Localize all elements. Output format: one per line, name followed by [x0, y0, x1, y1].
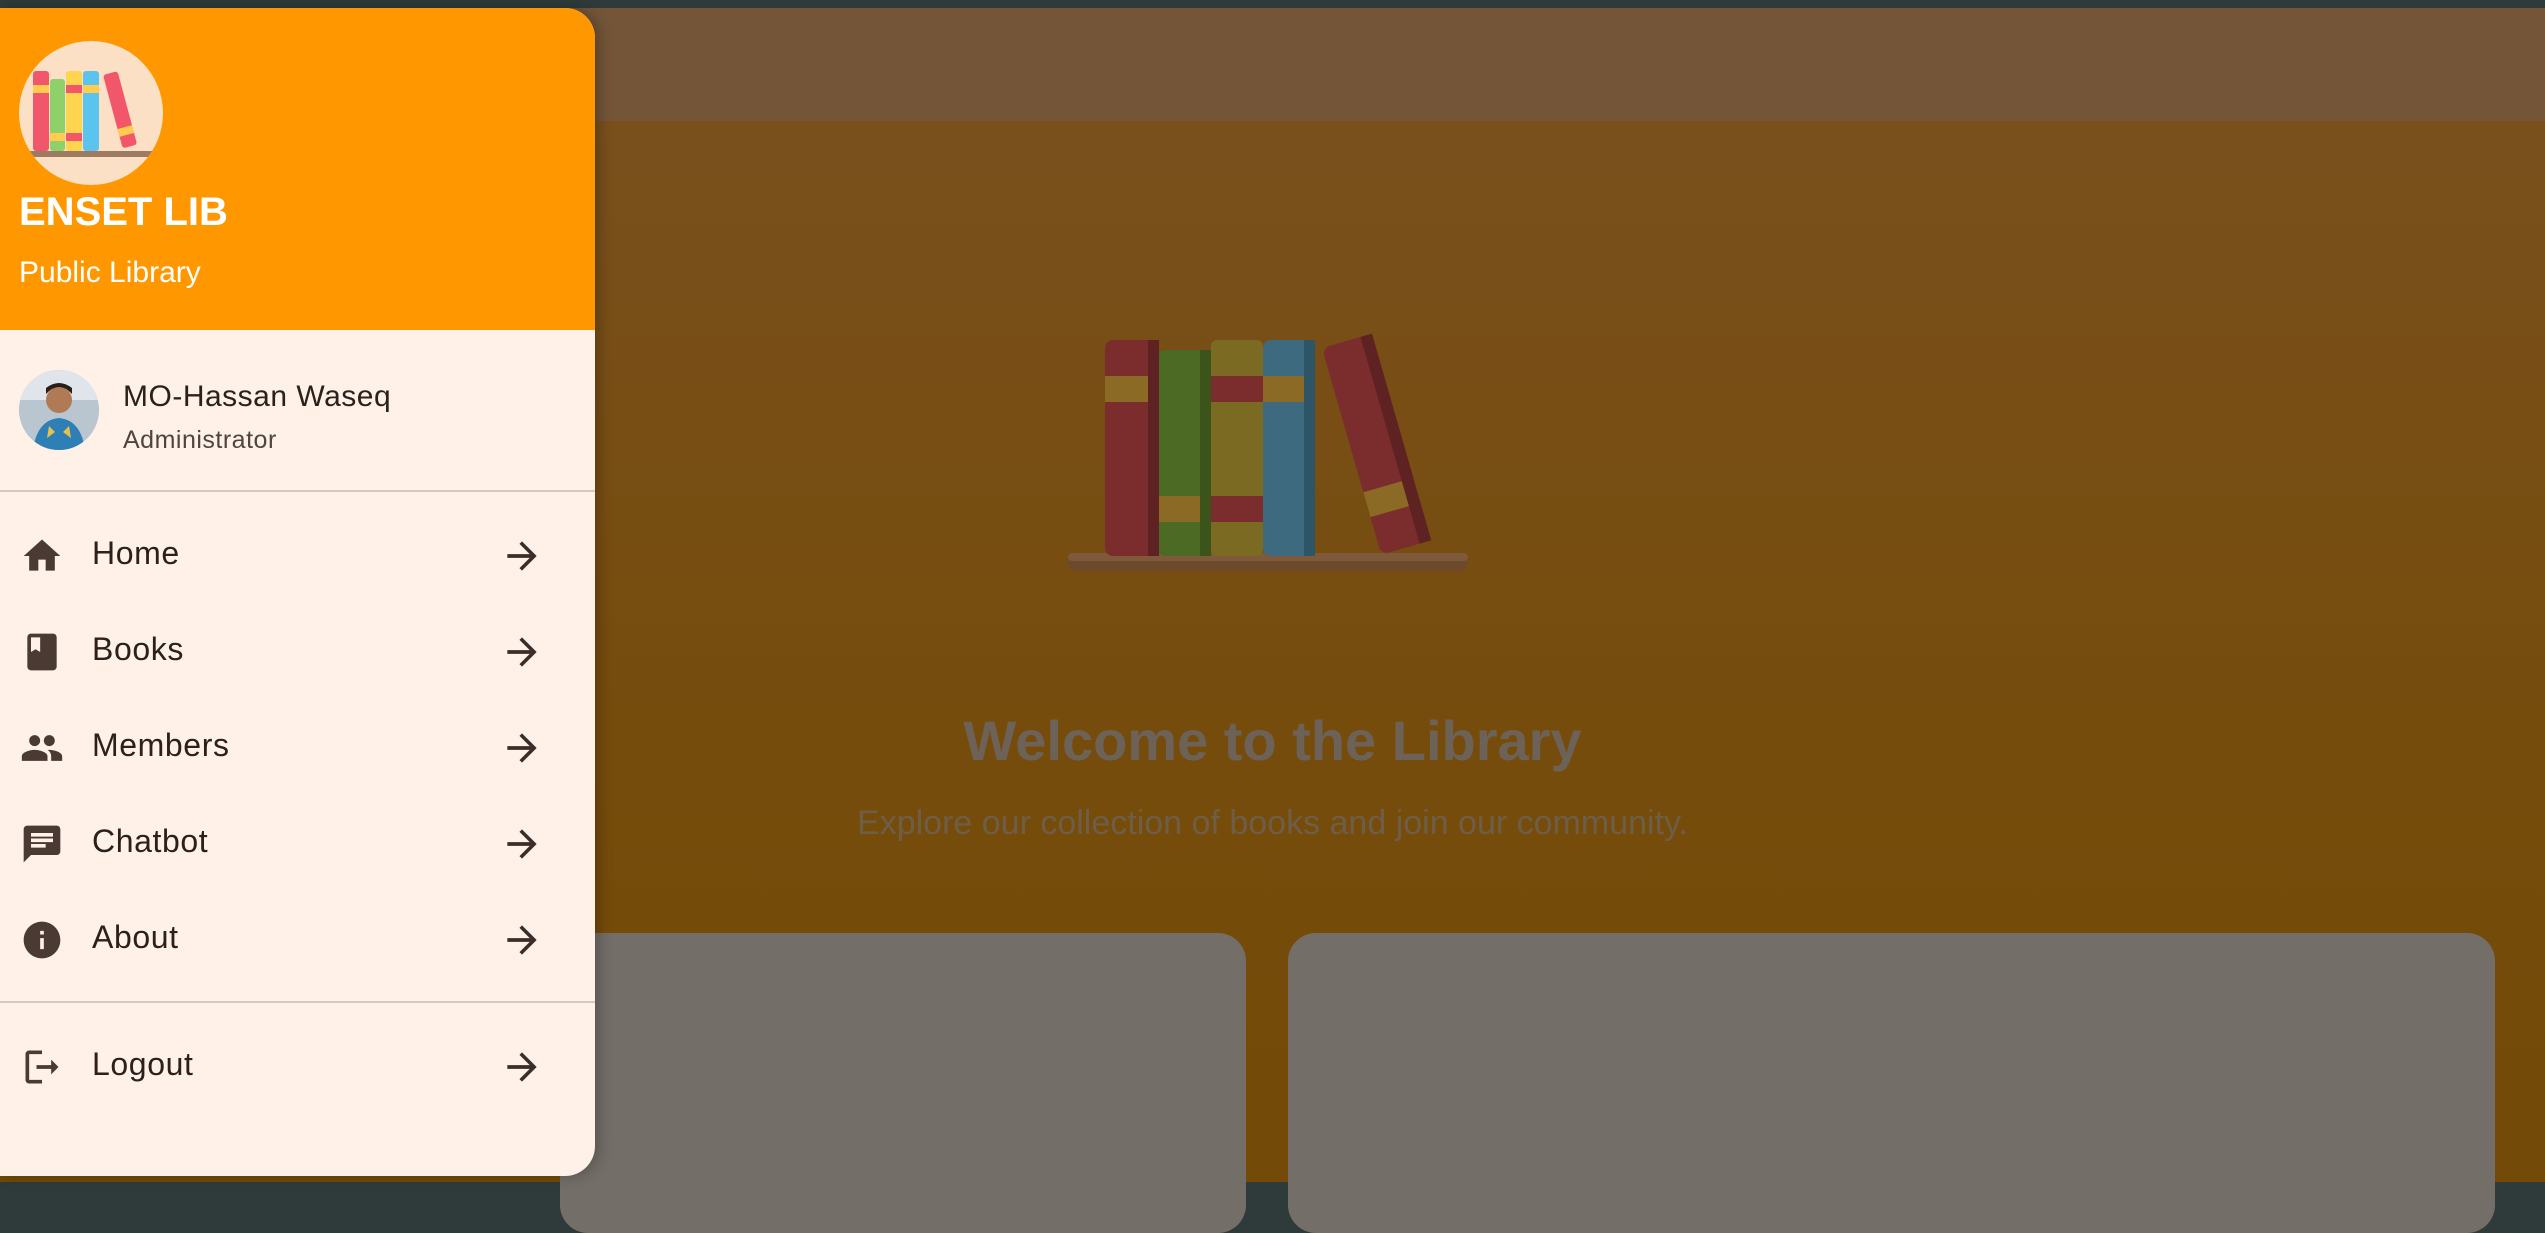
nav-label: Members — [92, 727, 230, 763]
app-logo — [19, 41, 163, 185]
feature-card[interactable] — [560, 933, 1246, 1233]
user-name: MO-Hassan Waseq — [123, 380, 392, 413]
user-role: Administrator — [123, 426, 277, 454]
nav-label: Books — [92, 631, 184, 667]
bookshelf-illustration — [1068, 333, 1468, 571]
arrow-forward-icon — [507, 925, 537, 955]
logout-icon — [25, 1050, 59, 1084]
app-tagline: Public Library — [19, 256, 201, 289]
logout-button[interactable]: Logout — [0, 1020, 595, 1110]
book-icon — [27, 633, 57, 671]
avatar — [19, 370, 99, 450]
home-icon — [23, 539, 61, 571]
user-photo-icon — [19, 370, 99, 450]
nav-item-members[interactable]: Members — [0, 701, 595, 791]
nav-item-home[interactable]: Home — [0, 509, 595, 599]
navigation-drawer: ENSET LIB Public Library MO-Hassan Waseq… — [0, 8, 595, 1176]
arrow-forward-icon — [507, 637, 537, 667]
feature-card[interactable] — [1288, 933, 2495, 1233]
nav-label: Logout — [92, 1046, 194, 1082]
nav-item-chatbot[interactable]: Chatbot — [0, 797, 595, 887]
info-icon — [23, 921, 61, 959]
divider — [0, 1001, 595, 1003]
nav-item-about[interactable]: About — [0, 893, 595, 983]
arrow-forward-icon — [507, 1052, 537, 1082]
bookshelf-icon — [27, 71, 155, 157]
nav-label: Chatbot — [92, 823, 209, 859]
arrow-forward-icon — [507, 733, 537, 763]
drawer-header: ENSET LIB Public Library — [0, 8, 595, 330]
divider — [0, 490, 595, 492]
chat-icon — [23, 825, 61, 863]
nav-label: Home — [92, 535, 180, 571]
nav-label: About — [92, 919, 179, 955]
user-profile: MO-Hassan Waseq Administrator — [0, 330, 595, 488]
nav-item-books[interactable]: Books — [0, 605, 595, 695]
arrow-forward-icon — [507, 541, 537, 571]
app-name: ENSET LIB — [19, 190, 228, 234]
arrow-forward-icon — [507, 829, 537, 859]
people-icon — [21, 735, 63, 761]
